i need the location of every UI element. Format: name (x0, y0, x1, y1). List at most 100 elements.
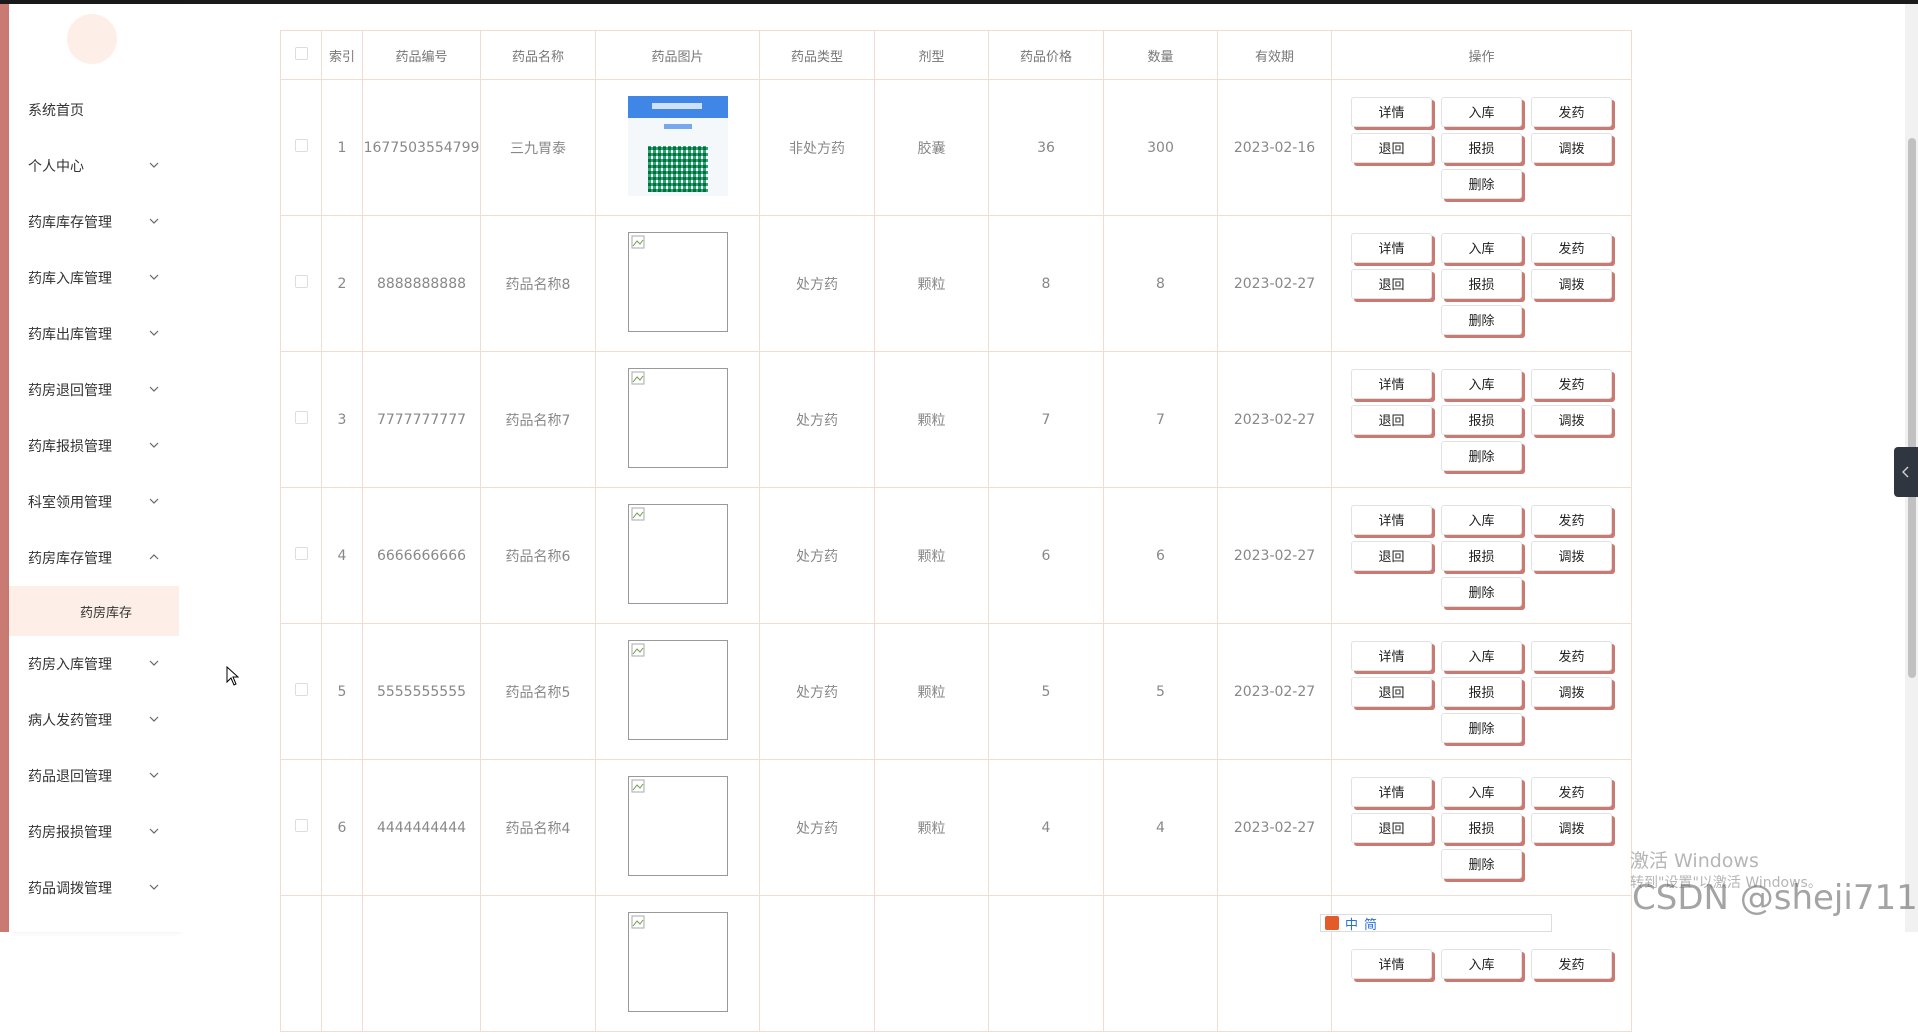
ime-simplified-mode[interactable]: 简 (1364, 914, 1377, 933)
row-checkbox[interactable] (294, 547, 308, 560)
action-button[interactable]: 删除 (1441, 168, 1522, 199)
action-button[interactable]: 发药 (1531, 948, 1612, 979)
ime-toolbar[interactable]: 中 简 (1320, 914, 1552, 933)
sidebar-item[interactable]: 药库出库管理 (9, 306, 179, 362)
sidebar-item[interactable]: 药房退回管理 (9, 362, 179, 418)
drug-image-qr[interactable] (627, 95, 728, 196)
sidebar-item-label: 药品调拨管理 (28, 881, 112, 897)
action-button[interactable]: 入库 (1441, 948, 1522, 979)
action-button[interactable]: 报损 (1441, 132, 1522, 163)
cell-index: 3 (321, 351, 363, 488)
scrollbar-thumb[interactable] (1908, 138, 1916, 678)
drug-image-broken[interactable] (627, 639, 728, 740)
sidebar-item[interactable]: 药品退回管理 (9, 748, 179, 804)
row-checkbox[interactable] (294, 411, 308, 424)
action-button[interactable]: 发药 (1531, 640, 1612, 671)
action-button[interactable]: 调拨 (1531, 132, 1612, 163)
action-button[interactable]: 删除 (1441, 440, 1522, 471)
drug-image-broken[interactable] (627, 775, 728, 876)
table-row: 1 1677503554799 三九胃泰 非处方药 胶囊 36 300 2023-02-16 详… (280, 79, 1632, 216)
action-button[interactable]: 调拨 (1531, 404, 1612, 435)
drug-image-broken[interactable] (627, 911, 728, 1012)
sidebar-item[interactable]: 药房入库管理 (9, 636, 179, 692)
row-select-cell[interactable] (280, 351, 322, 488)
header-actions: 操作 (1331, 30, 1632, 80)
action-button[interactable]: 调拨 (1531, 540, 1612, 571)
action-button[interactable]: 报损 (1441, 676, 1522, 707)
action-button[interactable]: 入库 (1441, 232, 1522, 263)
action-button[interactable]: 详情 (1351, 96, 1432, 127)
action-button[interactable]: 删除 (1441, 576, 1522, 607)
sidebar-subitem-pharmacy-stock[interactable]: 药房库存 (9, 586, 179, 636)
action-button[interactable]: 详情 (1351, 776, 1432, 807)
sidebar-item[interactable]: 个人中心 (9, 138, 179, 194)
select-all-cell[interactable] (280, 30, 322, 80)
action-button[interactable]: 详情 (1351, 640, 1432, 671)
sidebar-item[interactable]: 科室领用管理 (9, 474, 179, 530)
avatar[interactable] (67, 14, 117, 64)
cell-price: 4 (988, 759, 1104, 896)
row-checkbox[interactable] (294, 139, 308, 152)
drug-image-broken[interactable] (627, 503, 728, 604)
action-button[interactable]: 删除 (1441, 304, 1522, 335)
row-select-cell[interactable] (280, 623, 322, 760)
chevron-up-icon (149, 552, 159, 562)
action-button[interactable]: 详情 (1351, 368, 1432, 399)
row-checkbox[interactable] (294, 819, 308, 832)
action-button[interactable]: 发药 (1531, 96, 1612, 127)
sidebar-item[interactable]: 药品调拨管理 (9, 860, 179, 916)
cell-index: 6 (321, 759, 363, 896)
action-button[interactable]: 入库 (1441, 368, 1522, 399)
row-checkbox[interactable] (294, 683, 308, 696)
action-button[interactable]: 入库 (1441, 96, 1522, 127)
sidebar-item[interactable]: 病人发药管理 (9, 692, 179, 748)
action-button[interactable]: 报损 (1441, 404, 1522, 435)
action-button[interactable]: 调拨 (1531, 268, 1612, 299)
action-button[interactable]: 发药 (1531, 368, 1612, 399)
action-button[interactable]: 发药 (1531, 232, 1612, 263)
action-button[interactable]: 删除 (1441, 848, 1522, 879)
action-button[interactable]: 退回 (1351, 132, 1432, 163)
sidebar-item-label: 药库出库管理 (28, 327, 112, 343)
action-button[interactable]: 退回 (1351, 812, 1432, 843)
sidebar-item[interactable]: 药房库存管理 (9, 530, 179, 586)
ime-chinese-mode[interactable]: 中 (1345, 914, 1358, 933)
action-button[interactable]: 入库 (1441, 640, 1522, 671)
action-button[interactable]: 调拨 (1531, 676, 1612, 707)
sidebar-item[interactable]: 药库入库管理 (9, 250, 179, 306)
row-select-cell[interactable] (280, 487, 322, 624)
action-button[interactable]: 报损 (1441, 540, 1522, 571)
collapse-panel-tab[interactable] (1894, 447, 1918, 497)
row-select-cell[interactable] (280, 759, 322, 896)
sidebar-item[interactable]: 药库报损管理 (9, 418, 179, 474)
cell-qty: 8 (1103, 215, 1218, 352)
broken-image-icon (631, 507, 644, 520)
drug-image-broken[interactable] (627, 367, 728, 468)
chevron-down-icon (149, 272, 159, 282)
action-button[interactable]: 详情 (1351, 948, 1432, 979)
action-button[interactable]: 详情 (1351, 232, 1432, 263)
action-button[interactable]: 退回 (1351, 540, 1432, 571)
action-button[interactable]: 删除 (1441, 712, 1522, 743)
action-button[interactable]: 调拨 (1531, 812, 1612, 843)
row-select-cell[interactable] (280, 215, 322, 352)
drug-image-broken[interactable] (627, 231, 728, 332)
sidebar-item[interactable]: 药房报损管理 (9, 804, 179, 860)
select-all-checkbox[interactable] (294, 46, 308, 60)
row-select-cell[interactable] (280, 79, 322, 216)
action-button[interactable]: 入库 (1441, 504, 1522, 535)
row-checkbox[interactable] (294, 275, 308, 288)
action-button[interactable]: 退回 (1351, 404, 1432, 435)
action-button[interactable]: 发药 (1531, 776, 1612, 807)
action-button[interactable]: 退回 (1351, 268, 1432, 299)
action-button[interactable]: 报损 (1441, 812, 1522, 843)
sidebar-item[interactable]: 系统首页 (9, 82, 179, 138)
cell-index: 5 (321, 623, 363, 760)
sidebar-item[interactable]: 药库库存管理 (9, 194, 179, 250)
action-button[interactable]: 退回 (1351, 676, 1432, 707)
chevron-down-icon (149, 714, 159, 724)
action-button[interactable]: 入库 (1441, 776, 1522, 807)
action-button[interactable]: 发药 (1531, 504, 1612, 535)
action-button[interactable]: 详情 (1351, 504, 1432, 535)
action-button[interactable]: 报损 (1441, 268, 1522, 299)
